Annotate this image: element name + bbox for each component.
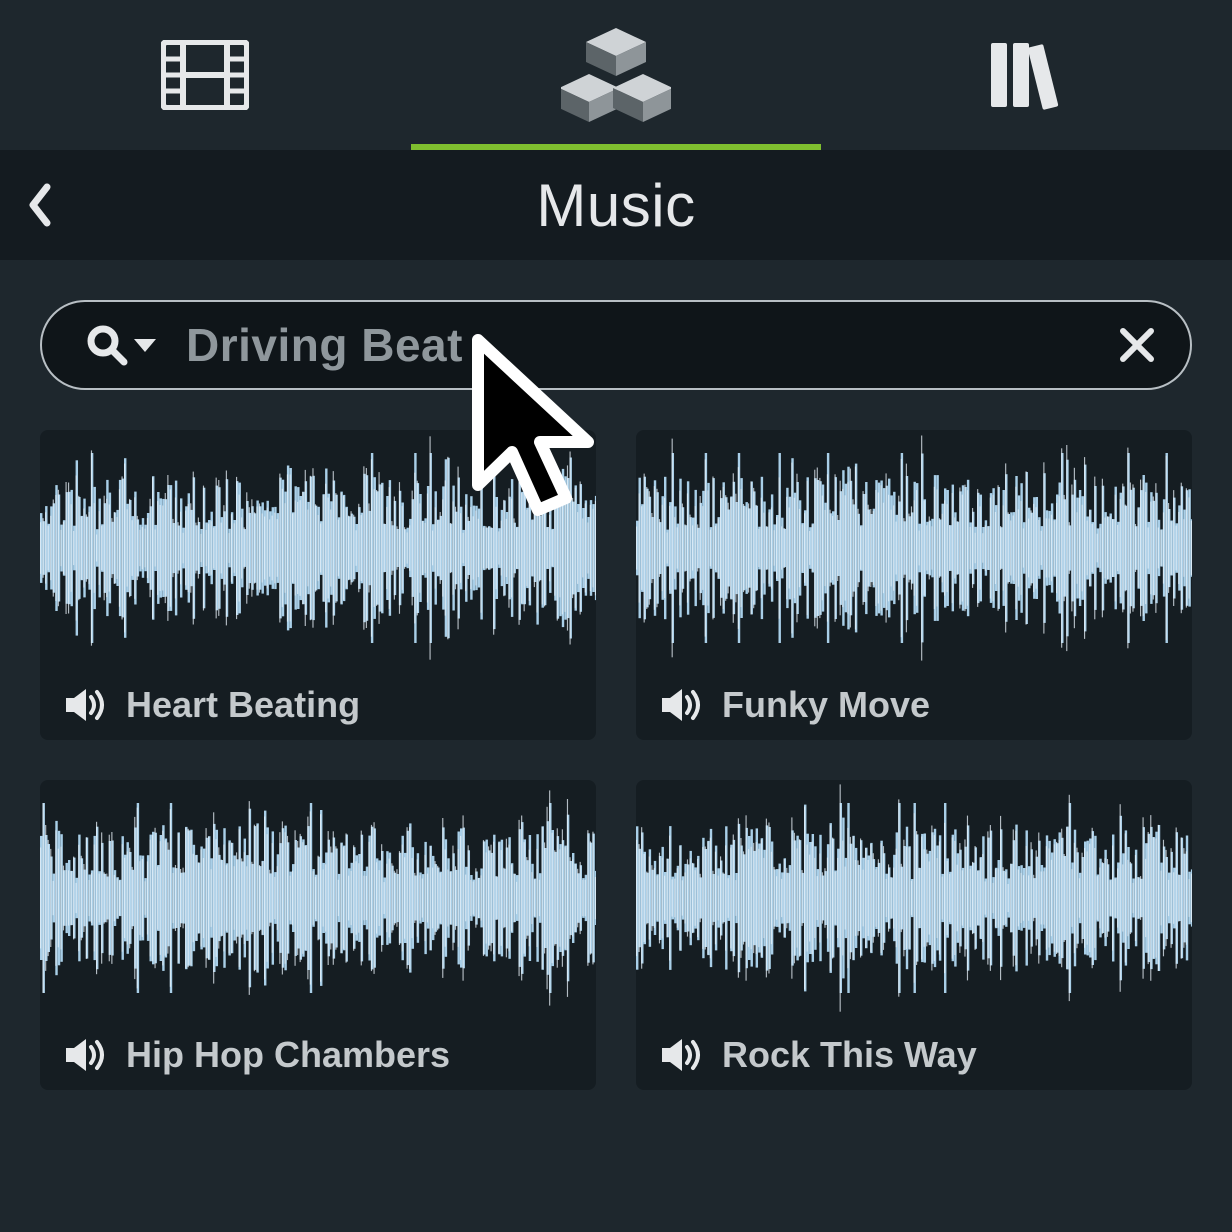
content-area: Heart Beating Funky Move: [0, 260, 1232, 1090]
speaker-icon: [66, 1037, 106, 1073]
books-icon: [987, 39, 1067, 111]
tab-library[interactable]: [821, 0, 1232, 150]
title-bar: Music: [0, 150, 1232, 260]
cubes-icon: [561, 28, 671, 123]
top-tab-bar: [0, 0, 1232, 150]
waveform: [40, 780, 596, 1030]
tab-media[interactable]: [0, 0, 411, 150]
speaker-icon: [662, 687, 702, 723]
clear-search-button[interactable]: [1118, 326, 1156, 364]
back-button[interactable]: [0, 150, 80, 260]
track-footer: Heart Beating: [40, 670, 596, 740]
track-card[interactable]: Heart Beating: [40, 430, 596, 740]
search-mode-button[interactable]: [86, 324, 156, 366]
chevron-down-icon: [134, 337, 156, 353]
track-card[interactable]: Funky Move: [636, 430, 1192, 740]
track-card[interactable]: Hip Hop Chambers: [40, 780, 596, 1090]
track-title: Heart Beating: [126, 684, 360, 726]
track-footer: Funky Move: [636, 670, 1192, 740]
speaker-icon: [662, 1037, 702, 1073]
track-title: Funky Move: [722, 684, 930, 726]
chevron-left-icon: [25, 183, 55, 227]
waveform: [636, 780, 1192, 1030]
close-icon: [1118, 326, 1156, 364]
track-title: Hip Hop Chambers: [126, 1034, 450, 1076]
waveform: [40, 430, 596, 680]
track-title: Rock This Way: [722, 1034, 977, 1076]
track-footer: Rock This Way: [636, 1020, 1192, 1090]
track-footer: Hip Hop Chambers: [40, 1020, 596, 1090]
search-input[interactable]: [186, 318, 1118, 372]
tab-assets[interactable]: [411, 0, 822, 150]
waveform: [636, 430, 1192, 680]
film-icon: [161, 40, 249, 110]
track-grid: Heart Beating Funky Move: [40, 430, 1192, 1090]
page-title: Music: [0, 171, 1232, 240]
speaker-icon: [66, 687, 106, 723]
search-bar[interactable]: [40, 300, 1192, 390]
search-icon: [86, 324, 128, 366]
track-card[interactable]: Rock This Way: [636, 780, 1192, 1090]
